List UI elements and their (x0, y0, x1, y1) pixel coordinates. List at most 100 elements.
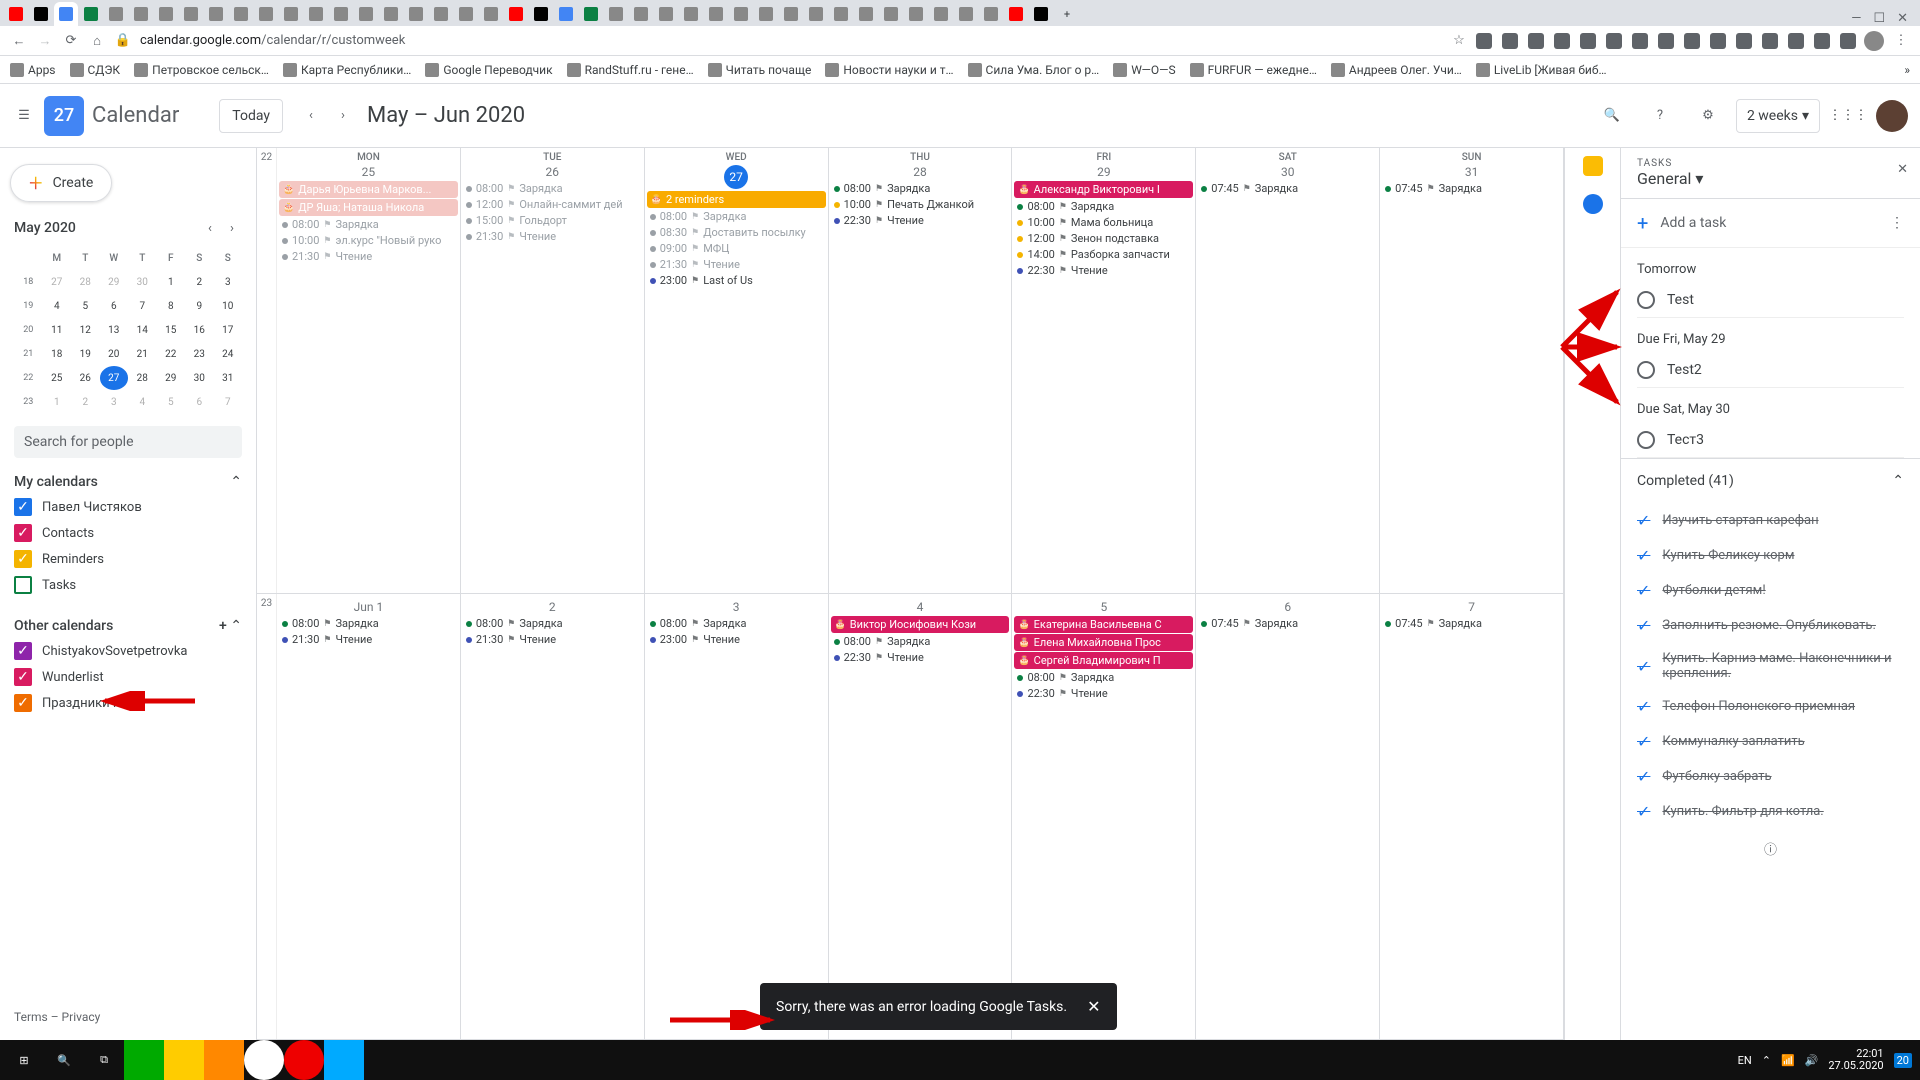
calendar-event[interactable]: 23:00⚑Чтение (647, 632, 826, 647)
language-indicator[interactable]: EN (1738, 1054, 1752, 1067)
calendar-toggle[interactable]: Wunderlist (14, 664, 242, 690)
completed-task[interactable]: ✓Телефон Полонского приемная (1621, 689, 1920, 724)
bookmark-item[interactable]: Карта Республики… (283, 63, 411, 77)
mini-cal-day[interactable]: 8 (157, 294, 186, 318)
mini-cal-day[interactable]: 6 (185, 390, 214, 414)
calendar-event[interactable]: 🎂 Дарья Юрьевна Марков... (279, 181, 458, 198)
calendar-event[interactable]: 10:00⚑Печать Джанкой (831, 197, 1010, 212)
star-icon[interactable]: ☆ (1450, 32, 1468, 50)
browser-tab[interactable] (529, 2, 553, 26)
calendar-event[interactable]: 10:00⚑эл.курс "Новый руко (279, 233, 458, 248)
create-button[interactable]: + Create (10, 164, 112, 202)
calendar-toggle[interactable]: Праздники РФ (14, 690, 242, 716)
calendar-event[interactable]: 🎂 ДР Яша; Наташа Никола (279, 199, 458, 216)
bookmark-item[interactable]: Apps (10, 63, 56, 77)
mini-cal-day[interactable]: 24 (214, 342, 243, 366)
bookmark-item[interactable]: FURFUR — ежедне… (1190, 63, 1317, 77)
bookmark-item[interactable]: Читать почаще (708, 63, 812, 77)
browser-tab[interactable] (579, 2, 603, 26)
browser-tab[interactable] (129, 2, 153, 26)
settings-icon[interactable]: ⚙ (1688, 96, 1728, 136)
extension-icon[interactable] (1736, 33, 1752, 49)
calendar-event[interactable]: 22:30⚑Чтение (1014, 686, 1193, 701)
calendar-event[interactable]: 08:00⚑Зарядка (279, 217, 458, 232)
calendar-event[interactable]: 12:00⚑Онлайн-саммит дей (463, 197, 642, 212)
bookmark-item[interactable]: Новости науки и т… (825, 63, 953, 77)
browser-tab[interactable] (629, 2, 653, 26)
browser-tab[interactable] (179, 2, 203, 26)
mini-cal-day[interactable]: 31 (214, 366, 243, 390)
mini-cal-day[interactable]: 22 (157, 342, 186, 366)
completed-task[interactable]: ✓Купить. Карниз маме. Наконечники и креп… (1621, 643, 1920, 689)
extension-icon[interactable] (1528, 33, 1544, 49)
calendar-event[interactable]: 08:00⚑Зарядка (463, 181, 642, 196)
browser-tab[interactable] (229, 2, 253, 26)
browser-tab[interactable] (604, 2, 628, 26)
browser-tab[interactable] (904, 2, 928, 26)
search-icon[interactable]: 🔍 (1592, 96, 1632, 136)
extension-icon[interactable] (1840, 33, 1856, 49)
date-range[interactable]: May – Jun 2020 (367, 103, 525, 128)
browser-tab[interactable] (804, 2, 828, 26)
calendar-event[interactable]: 🎂 Екатерина Васильевна С (1014, 616, 1193, 633)
minimize-icon[interactable]: — (1851, 11, 1861, 26)
task-item[interactable]: Тест3 (1637, 423, 1904, 458)
home-button[interactable]: ⌂ (88, 32, 106, 50)
calendar-event[interactable]: 08:00⚑Зарядка (647, 616, 826, 631)
calendar-toggle[interactable]: ChistyakovSovetpetrovka (14, 638, 242, 664)
view-selector[interactable]: 2 weeks▾ (1736, 99, 1820, 133)
extension-icon[interactable] (1554, 33, 1570, 49)
browser-tab[interactable] (854, 2, 878, 26)
profile-avatar[interactable] (1864, 31, 1884, 51)
browser-tab[interactable] (729, 2, 753, 26)
mini-cal-day[interactable]: 30 (128, 270, 157, 294)
completed-task[interactable]: ✓Коммуналку заплатить (1621, 724, 1920, 759)
mini-cal-day[interactable]: 4 (43, 294, 72, 318)
tray-chevron-icon[interactable]: ⌃ (1762, 1054, 1771, 1067)
bookmarks-overflow[interactable]: » (1904, 63, 1910, 77)
browser-tab[interactable] (979, 2, 1003, 26)
mini-cal-day[interactable]: 28 (128, 366, 157, 390)
day-cell[interactable]: MON25🎂 Дарья Юрьевна Марков...🎂 ДР Яша; … (277, 148, 461, 593)
browser-tab[interactable] (279, 2, 303, 26)
calendar-toggle[interactable]: Павел Чистяков (14, 494, 242, 520)
mini-cal-day[interactable]: 5 (157, 390, 186, 414)
browser-tab[interactable] (654, 2, 678, 26)
mini-cal-day[interactable]: 11 (43, 318, 72, 342)
browser-tab[interactable] (679, 2, 703, 26)
calendar-event[interactable]: 12:00⚑Зенон подставка (1014, 231, 1193, 246)
mini-cal-day[interactable]: 30 (185, 366, 214, 390)
mini-cal-day[interactable]: 15 (157, 318, 186, 342)
new-tab-button[interactable]: + (1055, 2, 1079, 26)
bookmark-item[interactable]: LiveLib [Живая биб… (1476, 63, 1607, 77)
calendar-event[interactable]: 08:00⚑Зарядка (831, 634, 1010, 649)
calendar-event[interactable]: 14:00⚑Разборка запчасти (1014, 247, 1193, 262)
calendar-event[interactable]: 10:00⚑Мама больница (1014, 215, 1193, 230)
task-view-button[interactable]: ⧉ (84, 1040, 124, 1080)
browser-tab[interactable] (1004, 2, 1028, 26)
calendar-event[interactable]: 08:00⚑Зарядка (647, 209, 826, 224)
mini-cal-day[interactable]: 17 (214, 318, 243, 342)
browser-tab[interactable] (929, 2, 953, 26)
clock-date[interactable]: 27.05.2020 (1828, 1060, 1883, 1072)
day-cell[interactable]: Jun 108:00⚑Зарядка21:30⚑Чтение (277, 594, 461, 1039)
mini-cal-day[interactable]: 1 (43, 390, 72, 414)
browser-tab[interactable] (104, 2, 128, 26)
day-cell[interactable]: 4🎂 Виктор Иосифович Кози08:00⚑Зарядка22:… (829, 594, 1013, 1039)
browser-tab[interactable] (79, 2, 103, 26)
add-calendar-icon[interactable]: + (219, 618, 227, 634)
completed-task[interactable]: ✓Футболки детям! (1621, 573, 1920, 608)
browser-tab[interactable] (254, 2, 278, 26)
browser-tab[interactable] (504, 2, 528, 26)
mini-cal-day[interactable]: 13 (100, 318, 129, 342)
mini-cal-day[interactable]: 28 (71, 270, 100, 294)
browser-tab[interactable] (154, 2, 178, 26)
extension-icon[interactable] (1788, 33, 1804, 49)
browser-tab[interactable] (829, 2, 853, 26)
browser-tab[interactable] (754, 2, 778, 26)
calendar-event[interactable]: 🎂 Сергей Владимирович П (1014, 652, 1193, 669)
browser-tab[interactable] (29, 2, 53, 26)
mini-cal-day[interactable]: 3 (214, 270, 243, 294)
calendar-event[interactable]: 07:45⚑Зарядка (1382, 616, 1561, 631)
extension-icon[interactable] (1476, 33, 1492, 49)
